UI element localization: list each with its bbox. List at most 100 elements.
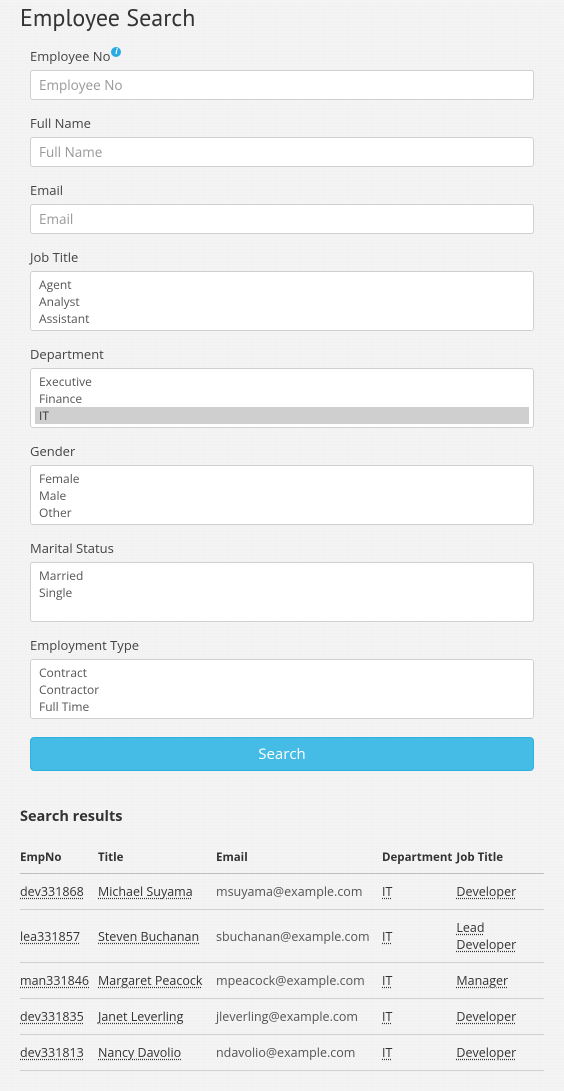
empno-cell: dev331835 [20, 999, 98, 1035]
empno-cell: dev331813 [20, 1035, 98, 1071]
job-title-select[interactable]: AgentAnalystAssistantCEO [30, 271, 534, 331]
col-title: Title [98, 844, 216, 874]
marital-status-field: Marital Status MarriedSingle [30, 539, 534, 622]
select-option[interactable]: Male [35, 487, 529, 504]
department-label: Department [30, 345, 534, 363]
department-select[interactable]: ExecutiveFinanceITMarketing [30, 368, 534, 428]
table-row: lea331857 Steven Buchanan sbuchanan@exampl… [20, 910, 544, 963]
col-department: Department [382, 844, 456, 874]
search-form: Employee Noi Full Name Email Job Title A… [20, 47, 544, 771]
department-cell: IT [382, 1035, 456, 1071]
title-link[interactable]: Michael Suyama [98, 883, 193, 900]
select-option[interactable]: Single [35, 584, 529, 601]
department-link[interactable]: IT [382, 1008, 392, 1025]
table-row: dev331868Michael Suyamamsuyama@example.c… [20, 874, 544, 910]
employment-type-field: Employment Type ContractContractorFull T… [30, 636, 534, 719]
select-option[interactable]: CEO [35, 327, 529, 331]
title-link[interactable]: Nancy Davolio [98, 1044, 181, 1061]
col-empno: EmpNo [20, 844, 98, 874]
select-option[interactable]: Marketing [35, 424, 529, 428]
employee-no-field: Employee Noi [30, 47, 534, 100]
search-button[interactable]: Search [30, 737, 534, 771]
gender-label: Gender [30, 442, 534, 460]
table-row: dev331835 Janet Leverling jleverling@examp… [20, 999, 544, 1035]
email-input[interactable] [30, 204, 534, 234]
title-cell: Steven Buchanan [98, 910, 216, 963]
job-title-field: Job Title AgentAnalystAssistantCEO [30, 248, 534, 331]
table-row: man331846 Margaret Peacock mpeacock@exampl… [20, 963, 544, 999]
employee-no-input[interactable] [30, 70, 534, 100]
search-results-section: Search results EmpNo Title Email Departm… [20, 807, 544, 1071]
marital-status-select[interactable]: MarriedSingle [30, 562, 534, 622]
select-option[interactable]: Full Time [35, 698, 529, 715]
email-label: Email [30, 181, 534, 199]
select-option[interactable]: Female [35, 470, 529, 487]
select-option[interactable]: Married [35, 567, 529, 584]
empno-link[interactable]: lea331857 [20, 928, 80, 945]
col-job-title: Job Title [456, 844, 544, 874]
job-title-cell: Developer [456, 874, 544, 910]
department-link[interactable]: IT [382, 883, 392, 900]
button-row: Search [30, 737, 534, 771]
employment-type-select[interactable]: ContractContractorFull TimeFulltime [30, 659, 534, 719]
job-title-cell: Manager [456, 963, 544, 999]
select-option[interactable]: Executive [35, 373, 529, 390]
job-title-link[interactable]: Developer [456, 1008, 516, 1025]
select-option[interactable]: IT [35, 407, 529, 424]
empno-link[interactable]: dev331868 [20, 883, 84, 900]
title-link[interactable]: Janet Leverling [98, 1008, 183, 1025]
select-option[interactable]: Assistant [35, 310, 529, 327]
gender-field: Gender FemaleMaleOther [30, 442, 534, 525]
select-option[interactable]: Other [35, 504, 529, 521]
job-title-link[interactable]: Lead Developer [456, 919, 516, 953]
title-link[interactable]: Steven Buchanan [98, 928, 199, 945]
select-option[interactable]: Analyst [35, 293, 529, 310]
empno-cell: man331846 [20, 963, 98, 999]
job-title-cell: Lead Developer [456, 910, 544, 963]
email-cell: ndavolio@example.com [216, 1035, 382, 1071]
select-option[interactable]: Contract [35, 664, 529, 681]
select-option[interactable]: Contractor [35, 681, 529, 698]
title-cell: Michael Suyama [98, 874, 216, 910]
select-option[interactable]: Fulltime [35, 715, 529, 719]
table-row: dev331813 Nancy Davolio ndavolio@example.c… [20, 1035, 544, 1071]
title-cell: Nancy Davolio [98, 1035, 216, 1071]
results-table: EmpNo Title Email Department Job Title d… [20, 844, 544, 1071]
full-name-field: Full Name [30, 114, 534, 167]
email-cell: mpeacock@example.com [216, 963, 382, 999]
job-title-link[interactable]: Developer [456, 1044, 516, 1061]
department-link[interactable]: IT [382, 928, 392, 945]
department-link[interactable]: IT [382, 972, 392, 989]
info-icon[interactable]: i [111, 47, 121, 57]
full-name-label: Full Name [30, 114, 534, 132]
results-header-row: EmpNo Title Email Department Job Title [20, 844, 544, 874]
select-option[interactable]: Finance [35, 390, 529, 407]
job-title-cell: Developer [456, 1035, 544, 1071]
department-link[interactable]: IT [382, 1044, 392, 1061]
results-tbody: dev331868Michael Suyamamsuyama@example.c… [20, 874, 544, 1071]
department-cell: IT [382, 963, 456, 999]
job-title-link[interactable]: Manager [456, 972, 508, 989]
empno-link[interactable]: dev331813 [20, 1044, 84, 1061]
department-field: Department ExecutiveFinanceITMarketing [30, 345, 534, 428]
email-field: Email [30, 181, 534, 234]
full-name-input[interactable] [30, 137, 534, 167]
email-cell: jleverling@example.com [216, 999, 382, 1035]
page-title: Employee Search [20, 2, 544, 33]
title-link[interactable]: Margaret Peacock [98, 972, 202, 989]
job-title-link[interactable]: Developer [456, 883, 516, 900]
empno-link[interactable]: dev331835 [20, 1008, 84, 1025]
department-cell: IT [382, 910, 456, 963]
empno-cell: lea331857 [20, 910, 98, 963]
gender-select[interactable]: FemaleMaleOther [30, 465, 534, 525]
department-cell: IT [382, 874, 456, 910]
marital-status-label: Marital Status [30, 539, 534, 557]
employee-no-label-text: Employee No [30, 47, 110, 65]
empno-link[interactable]: man331846 [20, 972, 89, 989]
email-cell: sbuchanan@example.com [216, 910, 382, 963]
select-option[interactable]: Agent [35, 276, 529, 293]
department-cell: IT [382, 999, 456, 1035]
employee-no-label: Employee Noi [30, 47, 534, 65]
job-title-cell: Developer [456, 999, 544, 1035]
title-cell: Janet Leverling [98, 999, 216, 1035]
